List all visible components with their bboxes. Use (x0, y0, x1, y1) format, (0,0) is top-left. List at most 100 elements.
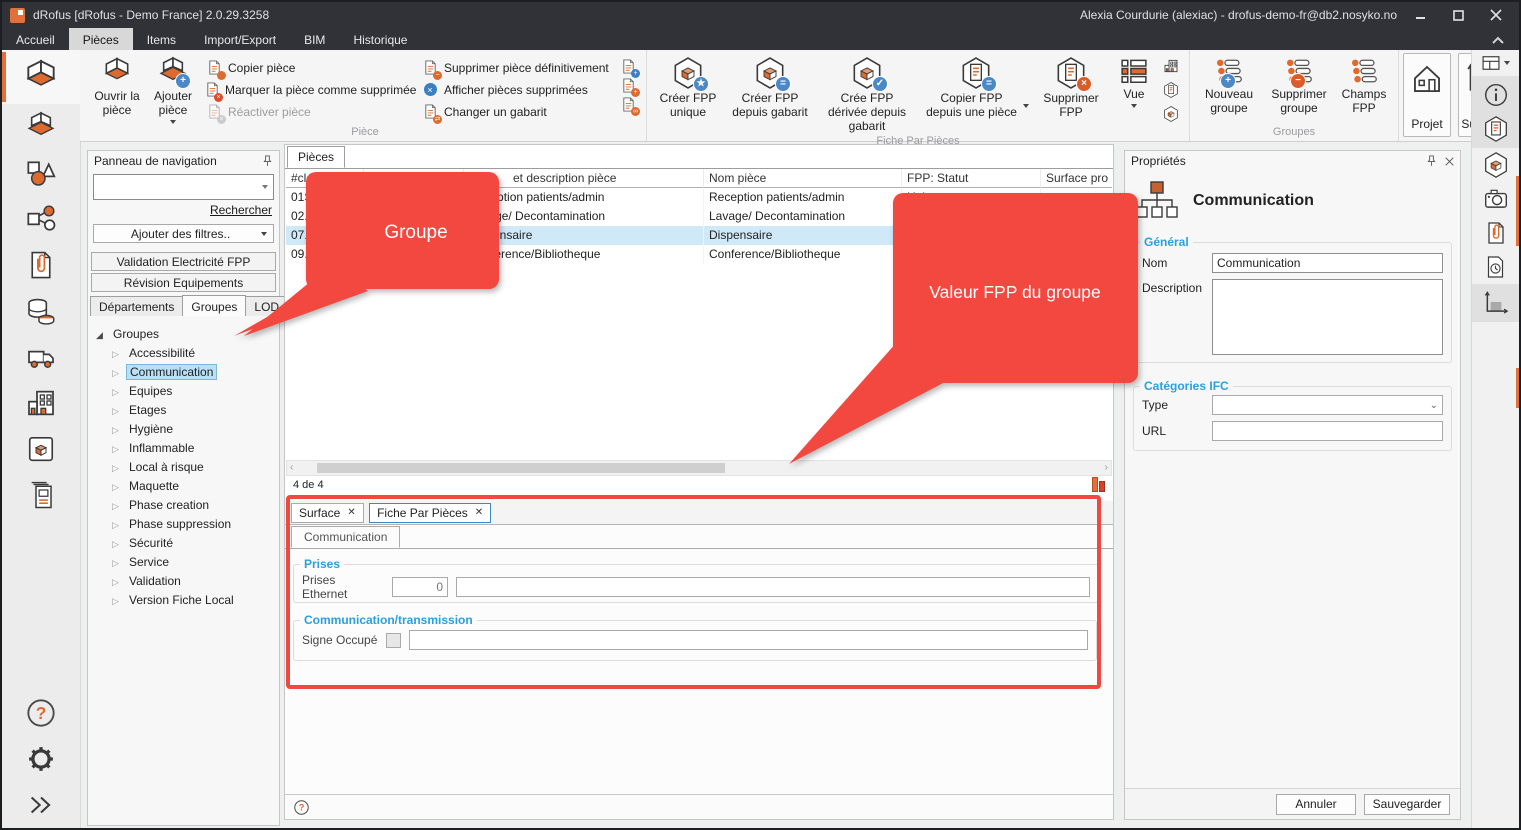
sidebar-room-data[interactable] (2, 104, 80, 150)
table-cell[interactable] (902, 245, 1041, 264)
create-fpp-derived-button[interactable]: ✓ Crée FPP dérivée depuis gabarit (816, 52, 918, 133)
view-button[interactable]: Vue (1108, 52, 1160, 108)
sidebar-reports[interactable] (2, 472, 80, 518)
column-header-nom-piece[interactable]: Nom pièce (704, 169, 902, 188)
tree-collapsed-icon[interactable] (112, 460, 126, 474)
help-icon[interactable] (293, 799, 310, 816)
sidebar-logistics[interactable] (2, 334, 80, 380)
fpp-doc-tab[interactable] (1472, 112, 1519, 146)
url-input[interactable] (1212, 421, 1443, 441)
tree-collapsed-icon[interactable] (112, 517, 126, 531)
table-cell[interactable]: Reception patients/admin (464, 188, 704, 207)
tree-item-phase-suppression[interactable]: Phase suppression (96, 514, 277, 533)
nav-tab-departements[interactable]: Départements (90, 296, 183, 316)
attachments-tab[interactable] (1472, 216, 1519, 250)
collapse-ribbon-icon[interactable] (1477, 28, 1519, 50)
room-tool-icon-2[interactable]: + (619, 76, 637, 94)
column-header-description[interactable]: et description pièce (464, 169, 704, 188)
column-header-fpp-statut[interactable]: FPP: Statut (902, 169, 1041, 188)
tree-collapsed-icon[interactable] (112, 441, 126, 455)
tree-item-securite[interactable]: Sécurité (96, 533, 277, 552)
sidebar-finance[interactable] (2, 288, 80, 334)
tree-item-accessibilite[interactable]: Accessibilité (96, 343, 277, 362)
table-cell[interactable]: Conference/Bibliotheque (464, 245, 704, 264)
pin-icon[interactable] (260, 154, 275, 169)
search-link[interactable]: Rechercher (210, 203, 272, 217)
add-room-button[interactable]: + Ajouter pièce (145, 52, 201, 124)
reactivate-room-button[interactable]: ×Réactiver pièce (205, 101, 413, 122)
tree-collapsed-icon[interactable] (112, 536, 126, 550)
tree-item-version-fiche-local[interactable]: Version Fiche Local (96, 590, 277, 609)
menu-tab-pieces[interactable]: Pièces (69, 28, 133, 50)
sidebar-expand[interactable] (2, 782, 80, 828)
sidebar-systems[interactable] (2, 196, 80, 242)
search-input[interactable] (98, 177, 257, 197)
pin-icon[interactable] (1424, 154, 1439, 169)
table-cell[interactable]: Lavage/ Decontamination (464, 207, 704, 226)
tree-collapsed-icon[interactable] (112, 593, 126, 607)
table-cell[interactable] (1041, 245, 1112, 264)
type-select[interactable]: ⌄ (1212, 395, 1443, 415)
rooms-tab[interactable]: Pièces (287, 146, 345, 168)
surface-tab[interactable] (1472, 286, 1519, 320)
tree-expanded-icon[interactable] (96, 327, 110, 341)
report-icon[interactable] (1092, 477, 1105, 492)
tree-item-phase-creation[interactable]: Phase creation (96, 495, 277, 514)
sidebar-buildings[interactable] (2, 380, 80, 426)
tree-item-local-a-risque[interactable]: Local à risque (96, 457, 277, 476)
mark-room-deleted-button[interactable]: ×Marquer la pièce comme supprimée (205, 79, 413, 100)
column-header-2[interactable] (364, 169, 464, 188)
sidebar-rooms[interactable] (2, 50, 80, 104)
tree-item-hygiene[interactable]: Hygiène (96, 419, 277, 438)
delete-fpp-button[interactable]: × Supprimer FPP (1034, 52, 1108, 120)
table-cell[interactable]: Conference/Bibliotheque (704, 245, 902, 264)
sidebar-help[interactable] (2, 690, 80, 736)
table-cell[interactable] (364, 245, 464, 264)
close-icon[interactable]: ✕ (475, 508, 483, 518)
menu-tab-historique[interactable]: Historique (339, 28, 421, 50)
show-deleted-rooms-button[interactable]: ×Afficher pièces supprimées (421, 79, 613, 100)
tree-item-maquette[interactable]: Maquette (96, 476, 277, 495)
minimize-button[interactable] (1405, 5, 1435, 25)
delete-group-button[interactable]: − Supprimer groupe (1263, 52, 1335, 116)
description-textarea[interactable] (1212, 279, 1443, 355)
fpp-fields-button[interactable]: Champs FPP (1335, 52, 1393, 116)
room-tool-icon-1[interactable]: + (619, 57, 637, 75)
add-filters-dropdown[interactable]: Ajouter des filtres.. (93, 224, 274, 243)
tree-item-validation[interactable]: Validation (96, 571, 277, 590)
tree-collapsed-icon[interactable] (112, 479, 126, 493)
doc-tab-surface[interactable]: Surface✕ (291, 503, 364, 523)
tree-collapsed-icon[interactable] (112, 403, 126, 417)
history-tab[interactable] (1472, 250, 1519, 284)
table-cell[interactable] (364, 207, 464, 226)
room-tool-icon-3[interactable]: ∞ (619, 95, 637, 113)
horizontal-scrollbar[interactable]: ‹ › (286, 460, 1112, 476)
column-header-key[interactable]: #clé pièce (286, 169, 364, 188)
table-cell[interactable] (902, 226, 1041, 245)
table-cell[interactable]: Lavage/ Decontamination (704, 207, 902, 226)
fpp-tool-icon-3[interactable] (1162, 105, 1180, 123)
scroll-left-icon[interactable]: ‹ (290, 462, 293, 473)
create-fpp-from-template-button[interactable]: = Créer FPP depuis gabarit (724, 52, 816, 120)
table-cell[interactable]: Unique (902, 188, 1041, 207)
panel-layout-selector[interactable] (1472, 50, 1519, 76)
nav-tab-groupes[interactable]: Groupes (182, 295, 246, 316)
menu-tab-accueil[interactable]: Accueil (2, 28, 69, 50)
fpp-tool-icon-2[interactable] (1162, 81, 1180, 99)
table-cell[interactable]: Dispensaire (704, 226, 902, 245)
tree-collapsed-icon[interactable] (112, 498, 126, 512)
table-cell[interactable]: Reception patients/admin (704, 188, 902, 207)
table-row[interactable]: 09.003 (286, 245, 364, 264)
prises-ethernet-input[interactable] (392, 577, 448, 597)
menu-tab-import-export[interactable]: Import/Export (190, 28, 290, 50)
close-icon[interactable]: ✕ (347, 508, 355, 518)
doc-tab-fiche-par-pieces[interactable]: Fiche Par Pièces✕ (369, 503, 491, 523)
table-cell[interactable] (902, 207, 1041, 226)
table-cell[interactable] (364, 226, 464, 245)
new-group-button[interactable]: + Nouveau groupe (1195, 52, 1263, 116)
tree-item-inflammable[interactable]: Inflammable (96, 438, 277, 457)
cancel-button[interactable]: Annuler (1276, 794, 1356, 815)
menu-tab-bim[interactable]: BIM (290, 28, 339, 50)
tree-item-etages[interactable]: Etages (96, 400, 277, 419)
sidebar-attachments[interactable] (2, 242, 80, 288)
